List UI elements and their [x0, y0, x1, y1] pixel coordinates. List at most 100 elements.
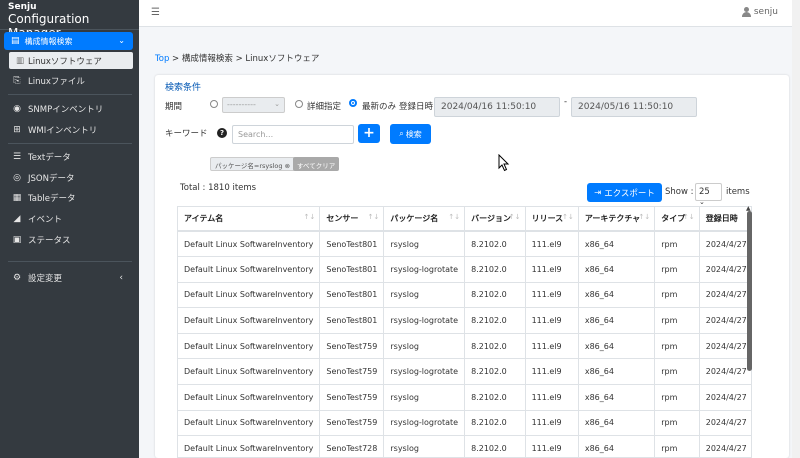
- search-card: 検索条件 期間 ---------- ⌄ 詳細指定 最新のみ 登録日時 2024…: [155, 75, 789, 458]
- table-cell: rsyslog: [383, 384, 466, 411]
- user-icon: [741, 7, 751, 17]
- table-cell: 2024/4/27: [699, 333, 751, 360]
- sidebar-item-linux-software[interactable]: ▥ Linuxソフトウェア: [9, 52, 133, 69]
- database-icon: ▤: [11, 36, 20, 46]
- keyword-input[interactable]: Search...: [232, 125, 354, 144]
- sidebar-item-linux-file[interactable]: ⎘ Linuxファイル: [10, 73, 135, 89]
- table-cell: Default Linux SoftwareInventory: [178, 307, 321, 334]
- sidebar-group-search[interactable]: ▤ 構成情報検索 ⌄: [4, 32, 133, 50]
- table-cell: SenoTest759: [319, 410, 385, 437]
- col-package[interactable]: パッケージ名 ↑↓: [383, 207, 466, 232]
- detail-radio[interactable]: [295, 100, 303, 108]
- detail-label: 詳細指定: [307, 102, 342, 112]
- date-from-input[interactable]: 2024/04/16 11:50:10: [434, 97, 560, 117]
- sort-icon: ↑↓: [638, 213, 651, 221]
- page-size-select[interactable]: 25 ⌄: [695, 183, 722, 206]
- page-scrollbar[interactable]: [792, 0, 800, 458]
- filter-chip[interactable]: パッケージ名=rsyslog ⊗: [210, 157, 296, 171]
- table-row[interactable]: Default Linux SoftwareInventory SenoTest8…: [178, 231, 751, 258]
- table-cell: 2024/4/27: [699, 410, 751, 437]
- col-arch[interactable]: アーキテクチャ ↑↓: [578, 207, 656, 232]
- period-select[interactable]: ---------- ⌄: [222, 97, 285, 113]
- table-cell: 111.el9: [525, 307, 579, 334]
- brand-line1: Senju: [8, 2, 37, 12]
- items-label: items: [726, 187, 750, 197]
- table-row[interactable]: Default Linux SoftwareInventory SenoTest7…: [178, 333, 751, 360]
- close-icon[interactable]: ⊗: [285, 162, 290, 170]
- table-cell: 2024/4/27: [699, 358, 751, 386]
- table-scrollbar[interactable]: [747, 211, 752, 371]
- sidebar-divider: [8, 261, 132, 262]
- table-cell: rsyslog: [383, 282, 466, 309]
- table-row[interactable]: Default Linux SoftwareInventory SenoTest8…: [178, 256, 751, 283]
- table-cell: Default Linux SoftwareInventory: [178, 435, 321, 457]
- table-cell: 111.el9: [525, 282, 579, 309]
- breadcrumb-top[interactable]: Top: [155, 54, 169, 64]
- col-item-name[interactable]: アイテム名 ↑↓: [178, 207, 321, 232]
- sidebar: Senju Configuration Manager ▤ 構成情報検索 ⌄ ▥…: [0, 0, 139, 458]
- sidebar-group-label: 構成情報検索: [24, 36, 73, 46]
- sidebar-divider: [8, 94, 132, 95]
- sidebar-item-table[interactable]: ▦ Tableデータ: [10, 190, 135, 206]
- table-cell: rsyslog: [383, 435, 466, 457]
- sidebar-item-settings[interactable]: ⚙ 設定変更 ‹: [10, 270, 135, 286]
- export-button[interactable]: ⇥ エクスポート: [587, 183, 662, 202]
- date-to-input[interactable]: 2024/05/16 11:50:10: [571, 97, 697, 117]
- software-icon: ▥: [16, 55, 25, 66]
- chevron-down-icon: ⌄: [699, 198, 705, 206]
- table-cell: 8.2102.0: [464, 384, 526, 411]
- registered-label: 登録日時: [399, 102, 434, 112]
- menu-icon[interactable]: ☰: [151, 7, 160, 18]
- mouse-cursor-icon: [498, 154, 510, 172]
- table-cell: 8.2102.0: [464, 256, 526, 283]
- table-row[interactable]: Default Linux SoftwareInventory SenoTest8…: [178, 282, 751, 309]
- table-cell: SenoTest801: [319, 256, 385, 283]
- table-icon: ▦: [12, 193, 22, 203]
- table-row[interactable]: Default Linux SoftwareInventory SenoTest7…: [178, 358, 751, 386]
- breadcrumb: Top > 構成情報検索 > Linuxソフトウェア: [155, 54, 320, 64]
- sidebar-item-label: イベント: [28, 215, 63, 225]
- table-cell: SenoTest759: [319, 358, 385, 386]
- table-cell: rpm: [654, 358, 700, 386]
- table-header-row: アイテム名 ↑↓ センサー ↑↓ パッケージ名 ↑↓ バージョン ↑↓ リリース ↑↓ ア…: [178, 207, 751, 232]
- table-cell: 111.el9: [525, 410, 579, 437]
- sidebar-item-text[interactable]: ☰ Textデータ: [10, 149, 135, 165]
- table-cell: 2024/4/27: [699, 256, 751, 283]
- table-cell: SenoTest728: [319, 435, 385, 457]
- sidebar-item-snmp[interactable]: ◉ SNMPインベントリ: [10, 101, 135, 117]
- user-menu[interactable]: senju: [741, 7, 778, 17]
- brand-logo[interactable]: Senju Configuration Manager: [0, 0, 139, 40]
- help-icon[interactable]: ?: [217, 128, 227, 138]
- sidebar-item-label: 設定変更: [28, 274, 63, 284]
- table-cell: 2024/4/27: [699, 435, 751, 457]
- col-release[interactable]: リリース ↑↓: [525, 207, 579, 232]
- table-row[interactable]: Default Linux SoftwareInventory SenoTest7…: [178, 435, 751, 457]
- table-row[interactable]: Default Linux SoftwareInventory SenoTest8…: [178, 307, 751, 334]
- table-cell: rpm: [654, 333, 700, 360]
- chevron-down-icon: ⌄: [118, 36, 125, 45]
- table-cell: 8.2102.0: [464, 435, 526, 457]
- table-cell: 2024/4/27: [699, 231, 751, 258]
- period-radio[interactable]: [210, 100, 218, 108]
- table-row[interactable]: Default Linux SoftwareInventory SenoTest7…: [178, 410, 751, 437]
- sort-icon: ↑↓: [448, 213, 461, 221]
- col-type[interactable]: タイプ ↑↓: [654, 207, 700, 232]
- table-row[interactable]: Default Linux SoftwareInventory SenoTest7…: [178, 384, 751, 411]
- sidebar-item-wmi[interactable]: ⊞ WMIインベントリ: [10, 122, 135, 138]
- sidebar-item-status[interactable]: ▣ ステータス: [10, 232, 135, 248]
- table-cell: x86_64: [578, 282, 656, 309]
- sort-icon: ↑↓: [683, 213, 695, 221]
- clear-all-button[interactable]: すべてクリア: [293, 157, 340, 171]
- col-version[interactable]: バージョン ↑↓: [464, 207, 526, 232]
- sidebar-item-label: Linuxソフトウェア: [28, 56, 102, 67]
- sidebar-item-json[interactable]: ◎ JSONデータ: [10, 170, 135, 186]
- add-condition-button[interactable]: +: [358, 124, 380, 143]
- period-label: 期間: [165, 102, 183, 112]
- table-cell: 111.el9: [525, 256, 579, 283]
- col-sensor[interactable]: センサー ↑↓: [319, 207, 385, 232]
- sort-icon: ↑↓: [562, 213, 574, 221]
- latest-radio[interactable]: [349, 99, 357, 107]
- search-button[interactable]: ⌕ 検索: [390, 124, 431, 144]
- sidebar-item-event[interactable]: ◢ イベント: [10, 211, 135, 227]
- col-registered[interactable]: 登録日時: [699, 207, 751, 232]
